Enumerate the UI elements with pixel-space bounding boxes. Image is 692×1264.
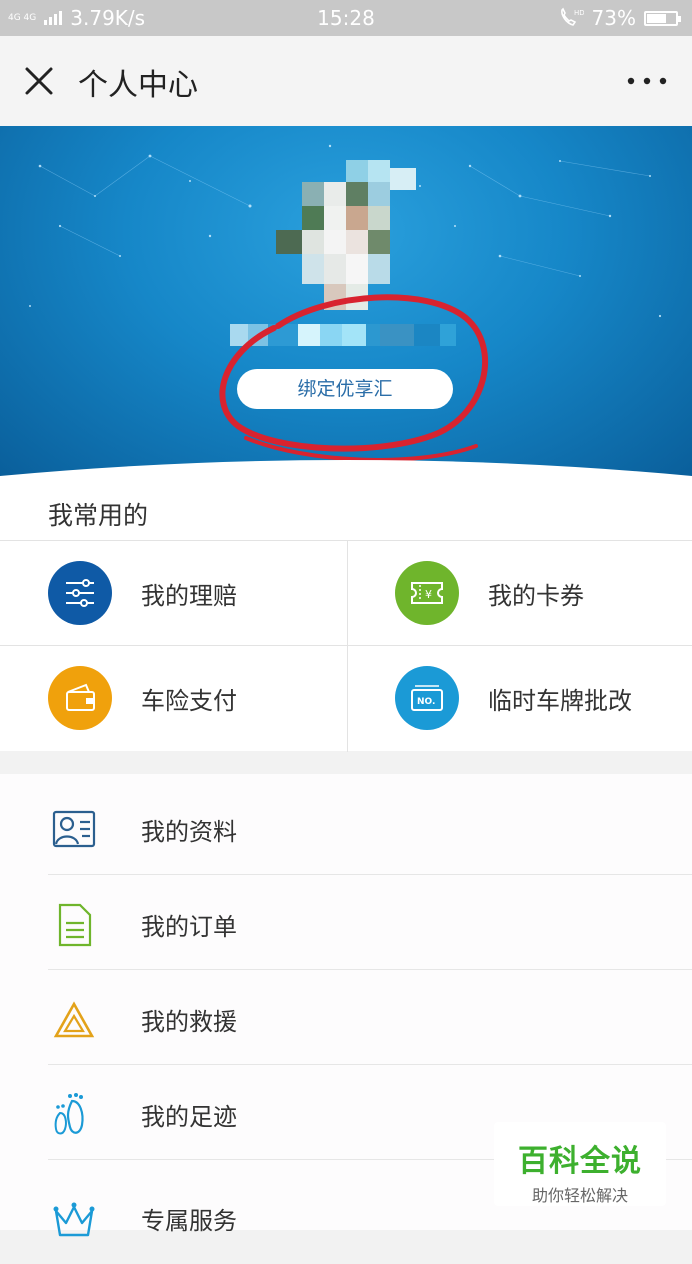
- shortcut-label: 临时车牌批改: [488, 686, 632, 715]
- shortcut-label: 我的卡券: [488, 581, 584, 610]
- list-item-label: 我的订单: [141, 913, 237, 941]
- list-item-rescue[interactable]: 我的救援: [0, 970, 692, 1065]
- shortcut-coupons[interactable]: ¥ 我的卡券: [347, 541, 692, 645]
- license-plate-icon: NO.: [395, 666, 459, 730]
- shortcut-claims[interactable]: 我的理赔: [0, 541, 346, 645]
- sliders-icon: [48, 561, 112, 625]
- svg-text:¥: ¥: [425, 588, 432, 601]
- watermark-title: 百科全说: [518, 1144, 642, 1179]
- hd-call-icon: HD: [560, 7, 584, 26]
- list-item-label: 我的足迹: [141, 1103, 237, 1131]
- svg-text:NO.: NO.: [417, 697, 435, 707]
- ticket-icon: ¥: [395, 561, 459, 625]
- footprints-icon: [54, 1093, 84, 1135]
- battery-icon: [644, 10, 681, 26]
- watermark-subtitle: 助你轻松解决: [531, 1186, 628, 1205]
- shortcut-label: 我的理赔: [141, 581, 237, 610]
- list-item-label: 专属服务: [141, 1207, 237, 1235]
- warning-triangle-icon: [53, 1001, 95, 1038]
- crown-icon: [53, 1202, 95, 1237]
- common-section: 我常用的 我的理赔 ¥ 我的卡券 车险支付 NO. 临时车牌批改: [0, 476, 692, 752]
- shortcut-insurance-pay[interactable]: 车险支付: [0, 646, 346, 750]
- shortcut-label: 车险支付: [141, 686, 237, 715]
- profile-header: 绑定优享汇: [0, 126, 692, 476]
- shortcut-grid: 我的理赔 ¥ 我的卡券 车险支付 NO. 临时车牌批改: [0, 540, 692, 752]
- list-item-label: 我的资料: [141, 818, 237, 846]
- shortcut-temp-plate[interactable]: NO. 临时车牌批改: [347, 646, 692, 750]
- battery-percent: 73%: [591, 6, 636, 30]
- list-item-label: 我的救援: [141, 1008, 237, 1036]
- title-bar: 个人中心: [0, 36, 692, 126]
- document-icon: [58, 903, 92, 947]
- more-dots-icon[interactable]: [624, 66, 670, 96]
- svg-text:HD: HD: [574, 9, 584, 17]
- list-item-profile[interactable]: 我的资料: [0, 780, 692, 875]
- watermark-logo: 百科全说 助你轻松解决: [494, 1122, 666, 1206]
- page-title: 个人中心: [78, 68, 198, 103]
- bind-youxianghui-button[interactable]: 绑定优享汇: [237, 369, 453, 409]
- battery-level: [647, 13, 666, 23]
- profile-card-icon: [52, 810, 96, 848]
- close-icon[interactable]: [22, 64, 56, 98]
- section-title: 我常用的: [48, 501, 149, 530]
- wallet-icon: [48, 666, 112, 730]
- status-bar: 4G 4G 3.79K/s 15:28 HD 73%: [0, 0, 692, 36]
- list-item-orders[interactable]: 我的订单: [0, 875, 692, 970]
